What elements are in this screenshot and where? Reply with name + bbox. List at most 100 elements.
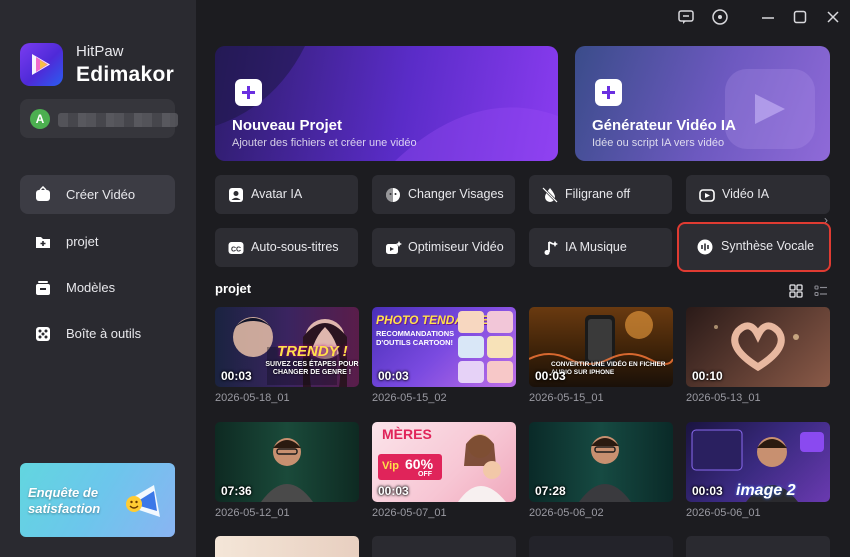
music-icon (544, 241, 558, 255)
tool-avatar-ia[interactable]: Avatar IA (215, 175, 358, 214)
thumbnail-headline: MÈRES (382, 426, 432, 442)
duration-badge: 00:03 (535, 369, 566, 383)
tool-synthese-vocale[interactable]: Synthèse Vocale (677, 222, 831, 272)
create-video-icon (36, 186, 50, 201)
sidebar-item-label: Créer Vidéo (66, 187, 136, 202)
app-logo (20, 43, 63, 86)
logo-play-icon (32, 54, 50, 75)
avatar: A (30, 109, 50, 129)
survey-banner[interactable]: Enquête de satisfaction (20, 463, 175, 537)
thumbnail-caption: CONVERTIR UNE VIDÉO EN FICHIER AUDIO SUR… (551, 361, 666, 376)
project-thumbnail[interactable]: TRENDY ! SUIVEZ CES ÉTAPES POUR CHANGER … (215, 307, 359, 387)
tool-label: Vidéo IA (722, 187, 770, 201)
folder-plus-icon (36, 237, 50, 248)
duration-badge: 00:03 (692, 484, 723, 498)
svg-text:CC: CC (231, 247, 241, 254)
tool-label: Optimiseur Vidéo (408, 240, 504, 254)
project-thumbnail[interactable]: image 2 00:03 (686, 422, 830, 502)
list-view-icon[interactable] (814, 284, 828, 298)
cc-icon: CC (228, 242, 244, 254)
ai-video-title: Générateur Vidéo IA (592, 117, 736, 134)
tool-video-ia[interactable]: Vidéo IA (686, 175, 830, 214)
tool-label: Avatar IA (251, 187, 303, 201)
feedback-icon[interactable] (677, 8, 695, 26)
project-thumbnail[interactable]: MÈRES Vip 60% OFF 00:03 (372, 422, 516, 502)
project-date: 2026-05-15_02 (372, 392, 447, 404)
thumbnail-headline: TRENDY ! (277, 343, 348, 360)
maximize-icon[interactable] (791, 8, 809, 26)
account-button[interactable]: A (20, 99, 178, 138)
project-thumbnail[interactable] (372, 536, 516, 557)
face-swap-icon (386, 188, 400, 202)
project-thumbnail[interactable]: 07:36 (215, 422, 359, 502)
ai-video-icon (699, 189, 715, 202)
duration-badge: 00:03 (378, 369, 409, 383)
tool-label: Synthèse Vocale (721, 239, 815, 253)
account-name-redacted (58, 113, 178, 127)
tool-label: Auto-sous-titres (251, 240, 339, 254)
sidebar-item-projects[interactable]: projet (20, 222, 175, 261)
project-date: 2026-05-06_02 (529, 507, 604, 519)
sidebar-item-label: projet (66, 234, 99, 249)
grid-view-icon[interactable] (789, 284, 803, 298)
tool-ia-musique[interactable]: IA Musique (529, 228, 672, 267)
avatar-icon (229, 188, 243, 202)
sidebar: HitPaw Edimakor A Créer Vidéo projet Mod… (0, 0, 196, 557)
thumbnail-caption: RECOMMANDATIONS D'OUTILS CARTOON! (376, 329, 455, 347)
project-date: 2026-05-07_01 (372, 507, 447, 519)
close-icon[interactable] (824, 8, 842, 26)
duration-badge: 07:28 (535, 484, 566, 498)
ai-video-generator-card[interactable]: Générateur Vidéo IA Idée ou script IA ve… (575, 46, 830, 161)
sidebar-item-label: Boîte à outils (66, 326, 142, 341)
project-date: 2026-05-15_01 (529, 392, 604, 404)
thumbnail-headline: image 2 (736, 482, 796, 499)
minimize-icon[interactable] (759, 8, 777, 26)
tool-optimiseur-video[interactable]: Optimiseur Vidéo (372, 228, 515, 267)
promo-off: OFF (418, 471, 432, 478)
new-project-card[interactable]: Nouveau Projet Ajouter des fichiers et c… (215, 46, 558, 161)
settings-icon[interactable] (711, 8, 729, 26)
project-thumbnail[interactable] (686, 536, 830, 557)
sidebar-item-templates[interactable]: Modèles (20, 268, 175, 307)
project-thumbnail[interactable]: PHOTO TENDANCES RECOMMANDATIONS D'OUTILS… (372, 307, 516, 387)
sidebar-item-toolbox[interactable]: Boîte à outils (20, 314, 175, 353)
tool-label: Filigrane off (565, 187, 631, 201)
tool-changer-visages[interactable]: Changer Visages (372, 175, 515, 214)
brand-product: Edimakor (76, 63, 175, 86)
project-thumbnail[interactable]: 00:10 (686, 307, 830, 387)
sidebar-item-create-video[interactable]: Créer Vidéo (20, 175, 175, 214)
megaphone-icon (126, 485, 160, 517)
add-icon (595, 79, 622, 106)
sidebar-item-label: Modèles (66, 280, 116, 295)
watermark-off-icon (542, 187, 558, 203)
tool-label: IA Musique (565, 240, 627, 254)
tts-icon (697, 239, 713, 255)
tool-auto-sous-titres[interactable]: CC Auto-sous-titres (215, 228, 358, 267)
duration-badge: 00:03 (378, 484, 409, 498)
mother-child-art (458, 434, 506, 502)
cartoon-faces-art (458, 311, 513, 383)
thumbnail-caption: SUIVEZ CES ÉTAPES POUR CHANGER DE GENRE … (265, 361, 359, 376)
project-date: 2026-05-06_01 (686, 507, 761, 519)
new-project-title: Nouveau Projet (232, 117, 343, 134)
project-thumbnail[interactable]: 07:28 (529, 422, 673, 502)
project-thumbnail[interactable] (529, 536, 673, 557)
project-thumbnail[interactable] (215, 536, 359, 557)
project-date: 2026-05-13_01 (686, 392, 761, 404)
duration-badge: 00:10 (692, 369, 723, 383)
project-date: 2026-05-18_01 (215, 392, 290, 404)
ai-video-subtitle: Idée ou script IA vers vidéo (592, 137, 725, 149)
brand-name: HitPaw (76, 43, 124, 60)
new-project-subtitle: Ajouter des fichiers et créer une vidéo (232, 137, 417, 149)
promo-vip: Vip (382, 460, 399, 472)
toolbox-icon (36, 327, 50, 341)
duration-badge: 07:36 (221, 484, 252, 498)
templates-icon (36, 281, 50, 295)
duration-badge: 00:03 (221, 369, 252, 383)
projects-heading: projet (215, 281, 252, 296)
project-thumbnail[interactable]: CONVERTIR UNE VIDÉO EN FICHIER AUDIO SUR… (529, 307, 673, 387)
project-date: 2026-05-12_01 (215, 507, 290, 519)
video-enhancer-icon (386, 241, 402, 254)
promo-percent: 60% (405, 456, 434, 472)
tool-filigrane-off[interactable]: Filigrane off (529, 175, 672, 214)
